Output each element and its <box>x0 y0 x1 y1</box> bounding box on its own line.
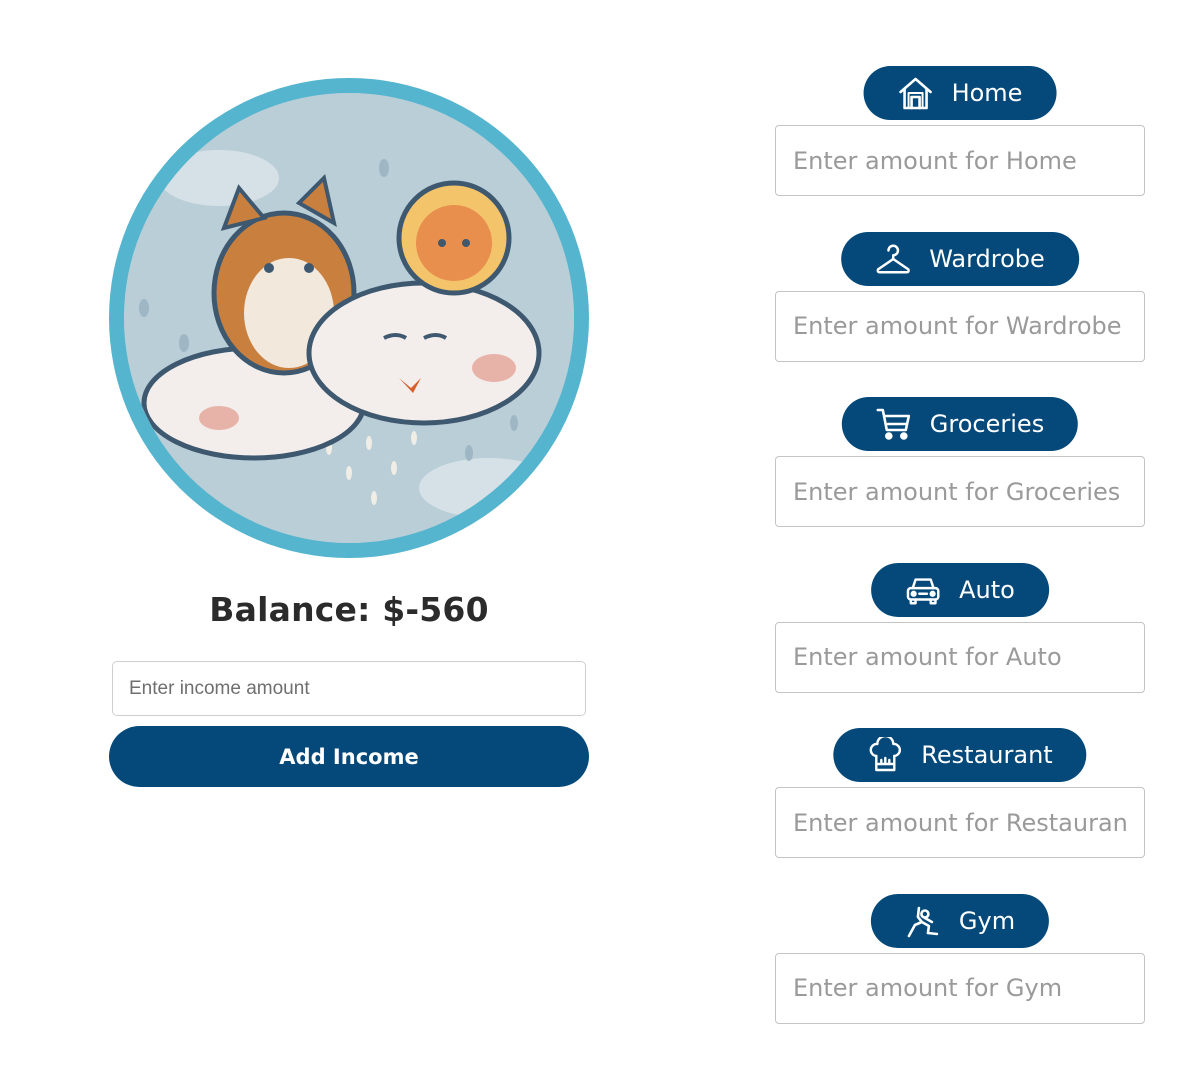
category-pill-groceries[interactable]: Groceries <box>841 397 1079 451</box>
category-label: Restaurant <box>921 741 1053 769</box>
fitness-icon <box>905 903 941 939</box>
car-icon <box>905 572 941 608</box>
category-gym: Gym <box>775 893 1145 1060</box>
category-pill-home[interactable]: Home <box>863 66 1057 120</box>
balance-display: Balance: $-560 <box>209 590 489 629</box>
amount-input-gym[interactable] <box>775 952 1145 1024</box>
amount-input-auto[interactable] <box>775 621 1145 693</box>
category-groceries: Groceries <box>775 397 1145 563</box>
cart-icon <box>876 406 912 442</box>
category-pill-auto[interactable]: Auto <box>871 562 1049 617</box>
avatar-illustration-icon <box>124 93 574 543</box>
hanger-icon <box>875 241 911 277</box>
amount-input-wardrobe[interactable] <box>775 290 1145 362</box>
category-label: Auto <box>959 575 1015 604</box>
category-auto: Auto <box>775 562 1145 729</box>
budget-page: Balance: $-560 Add Income Home <box>0 0 1188 1070</box>
category-restaurant: Restaurant <box>775 728 1145 894</box>
avatar <box>124 93 574 543</box>
home-icon <box>898 75 934 111</box>
category-label: Wardrobe <box>929 244 1045 273</box>
category-wardrobe: Wardrobe <box>775 231 1145 398</box>
category-list: Home Wardrobe <box>775 66 1145 1059</box>
add-income-button[interactable]: Add Income <box>109 726 589 787</box>
amount-input-groceries[interactable] <box>775 456 1145 527</box>
category-pill-wardrobe[interactable]: Wardrobe <box>841 231 1079 286</box>
amount-input-home[interactable] <box>775 125 1145 196</box>
category-pill-gym[interactable]: Gym <box>870 893 1050 948</box>
chef-hat-icon <box>867 737 903 773</box>
amount-input-restaurant[interactable] <box>775 787 1145 858</box>
category-label: Home <box>951 79 1023 107</box>
category-label: Groceries <box>929 410 1045 438</box>
category-label: Gym <box>958 906 1016 935</box>
category-pill-restaurant[interactable]: Restaurant <box>833 728 1087 782</box>
avatar-ring <box>109 78 589 558</box>
income-input[interactable] <box>112 661 586 716</box>
category-home: Home <box>775 66 1145 232</box>
